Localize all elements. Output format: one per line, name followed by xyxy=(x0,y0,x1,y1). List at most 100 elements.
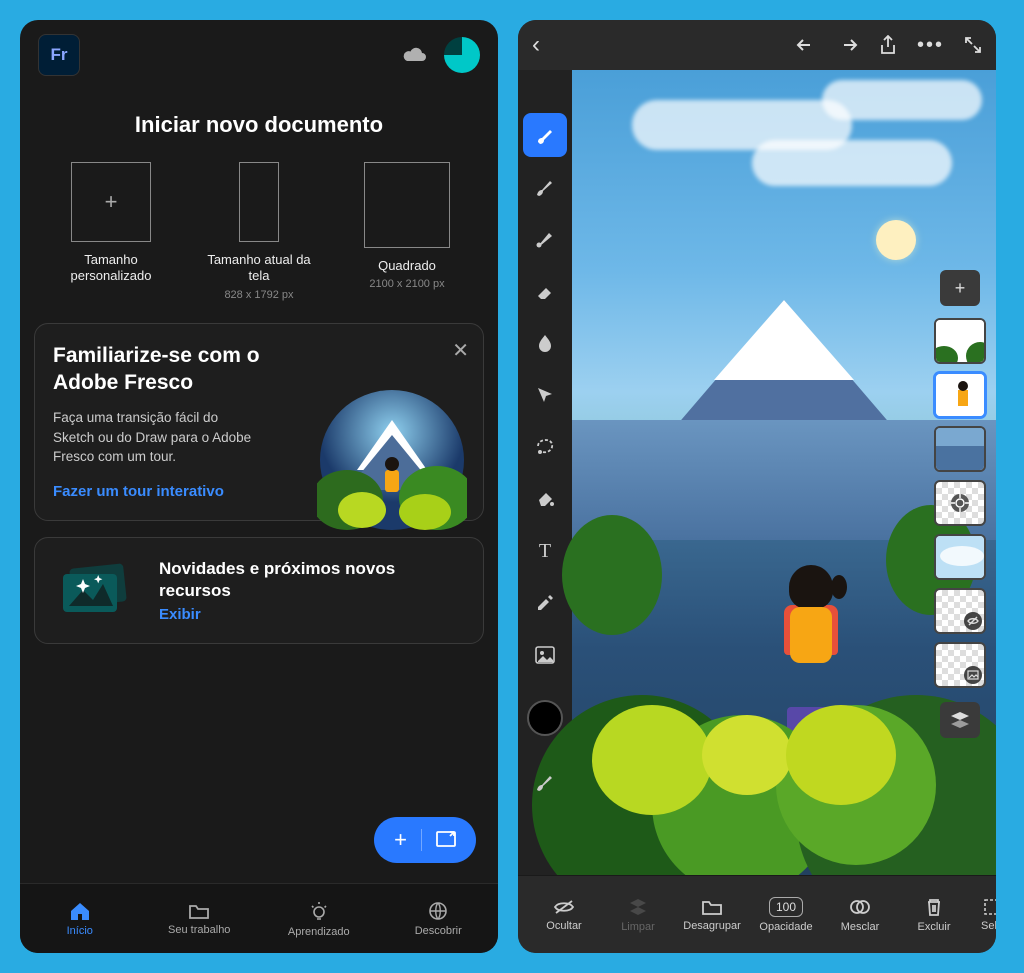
layers-toggle-icon[interactable] xyxy=(940,702,980,738)
select-icon xyxy=(983,898,996,916)
action-ungroup[interactable]: Desagrupar xyxy=(676,894,748,936)
tab-discover[interactable]: Descobrir xyxy=(379,884,499,953)
layer-thumb[interactable] xyxy=(934,642,986,688)
layer-thumb[interactable] xyxy=(934,480,986,526)
character xyxy=(776,565,846,725)
cloud-icon[interactable] xyxy=(402,46,428,64)
preset-label: Quadrado xyxy=(378,258,436,274)
tool-image[interactable] xyxy=(523,633,567,677)
tool-vector-brush[interactable] xyxy=(523,217,567,261)
editor-screen: ‹ ••• xyxy=(518,20,996,953)
share-icon[interactable] xyxy=(879,35,897,55)
add-layer-button[interactable]: + xyxy=(940,270,980,306)
preset-custom[interactable]: + Tamanho personalizado xyxy=(51,162,171,301)
action-merge[interactable]: Mesclar xyxy=(824,893,896,937)
globe-icon xyxy=(428,901,448,921)
redo-button[interactable] xyxy=(837,36,859,54)
action-delete[interactable]: Excluir xyxy=(898,893,970,937)
sun xyxy=(876,220,916,260)
back-button[interactable]: ‹ xyxy=(532,31,540,59)
tab-learn[interactable]: Aprendizado xyxy=(259,884,379,953)
preset-screen-size[interactable]: Tamanho atual da tela 828 x 1792 px xyxy=(199,162,319,301)
top-bar: Fr xyxy=(20,20,498,86)
tool-pixel-brush[interactable] xyxy=(523,113,567,157)
tab-home[interactable]: Início xyxy=(20,884,140,953)
preset-label: Tamanho atual da tela xyxy=(199,252,319,285)
color-swatch[interactable] xyxy=(527,700,563,736)
tool-lasso[interactable] xyxy=(523,425,567,469)
preset-shape xyxy=(364,162,450,248)
new-doc-presets: + Tamanho personalizado Tamanho atual da… xyxy=(20,162,498,301)
news-title: Novidades e próximos novos recursos xyxy=(159,558,465,602)
preset-dimensions: 2100 x 2100 px xyxy=(369,278,444,290)
tool-text[interactable]: T xyxy=(523,529,567,573)
folder-icon xyxy=(188,902,210,920)
preset-label: Tamanho personalizado xyxy=(51,252,171,285)
section-title: Iniciar novo documento xyxy=(20,112,498,138)
layer-actions-bar: Ocultar Limpar Desagrupar 100 Opacidade … xyxy=(518,875,996,953)
import-icon xyxy=(436,831,456,849)
merge-icon xyxy=(849,897,871,917)
action-label: Excluir xyxy=(917,921,950,933)
editor-top-bar: ‹ ••• xyxy=(518,20,996,70)
layer-thumb[interactable] xyxy=(934,534,986,580)
action-hide[interactable]: Ocultar xyxy=(528,894,600,936)
divider xyxy=(421,829,422,851)
tour-card: ✕ Familiarize-se com o Adobe Fresco Faça… xyxy=(34,323,484,521)
news-card[interactable]: Novidades e próximos novos recursos Exib… xyxy=(34,537,484,644)
tool-rail: T xyxy=(518,110,572,807)
app-logo: Fr xyxy=(38,34,80,76)
undo-button[interactable] xyxy=(795,36,817,54)
tool-live-brush[interactable] xyxy=(523,165,567,209)
tab-your-work[interactable]: Seu trabalho xyxy=(140,884,260,953)
more-icon[interactable]: ••• xyxy=(917,34,944,57)
tab-label: Descobrir xyxy=(415,925,462,937)
action-select[interactable]: Sele xyxy=(972,894,996,936)
tool-move[interactable] xyxy=(523,373,567,417)
layer-thumb[interactable] xyxy=(934,588,986,634)
sparkle-photo-icon xyxy=(53,562,137,618)
snowcap xyxy=(714,300,854,380)
tour-thumbnail xyxy=(317,380,467,530)
new-document-fab[interactable]: + xyxy=(374,817,476,863)
layer-thumb[interactable] xyxy=(934,372,986,418)
tool-brush-settings[interactable] xyxy=(523,760,567,804)
tool-smudge[interactable] xyxy=(523,321,567,365)
action-label: Opacidade xyxy=(759,921,812,933)
storage-avatar[interactable] xyxy=(444,37,480,73)
clear-icon xyxy=(628,897,648,917)
tab-label: Aprendizado xyxy=(288,926,350,938)
layer-thumb[interactable] xyxy=(934,426,986,472)
plus-icon: + xyxy=(394,827,407,853)
action-label: Mesclar xyxy=(841,921,880,933)
news-link[interactable]: Exibir xyxy=(159,606,465,623)
action-label: Limpar xyxy=(621,921,655,933)
tour-title: Familiarize-se com o Adobe Fresco xyxy=(53,342,313,397)
fullscreen-icon[interactable] xyxy=(964,36,982,54)
action-clear[interactable]: Limpar xyxy=(602,893,674,937)
preset-dimensions: 828 x 1792 px xyxy=(224,289,293,301)
tab-label: Seu trabalho xyxy=(168,924,230,936)
close-icon[interactable]: ✕ xyxy=(452,338,469,363)
home-icon xyxy=(69,901,91,921)
home-screen: Fr Iniciar novo documento + Tamanho pers… xyxy=(20,20,498,953)
top-bar-right xyxy=(402,37,480,73)
trash-icon xyxy=(925,897,943,917)
action-label: Sele xyxy=(981,920,996,932)
lightbulb-icon xyxy=(308,900,330,922)
action-label: Ocultar xyxy=(546,920,581,932)
tour-body: Faça uma transição fácil do Sketch ou do… xyxy=(53,408,263,467)
folder-icon xyxy=(701,898,723,916)
plus-icon: + xyxy=(71,162,151,242)
tab-label: Início xyxy=(67,925,93,937)
tool-fill[interactable] xyxy=(523,477,567,521)
opacity-value: 100 xyxy=(769,897,803,917)
layers-panel: + xyxy=(930,270,990,738)
canvas-area[interactable]: T + xyxy=(518,70,996,875)
layer-thumb[interactable] xyxy=(934,318,986,364)
eye-off-icon xyxy=(553,898,575,916)
tool-eyedropper[interactable] xyxy=(523,581,567,625)
action-opacity[interactable]: 100 Opacidade xyxy=(750,893,822,937)
tool-eraser[interactable] xyxy=(523,269,567,313)
preset-square[interactable]: Quadrado 2100 x 2100 px xyxy=(347,162,467,301)
